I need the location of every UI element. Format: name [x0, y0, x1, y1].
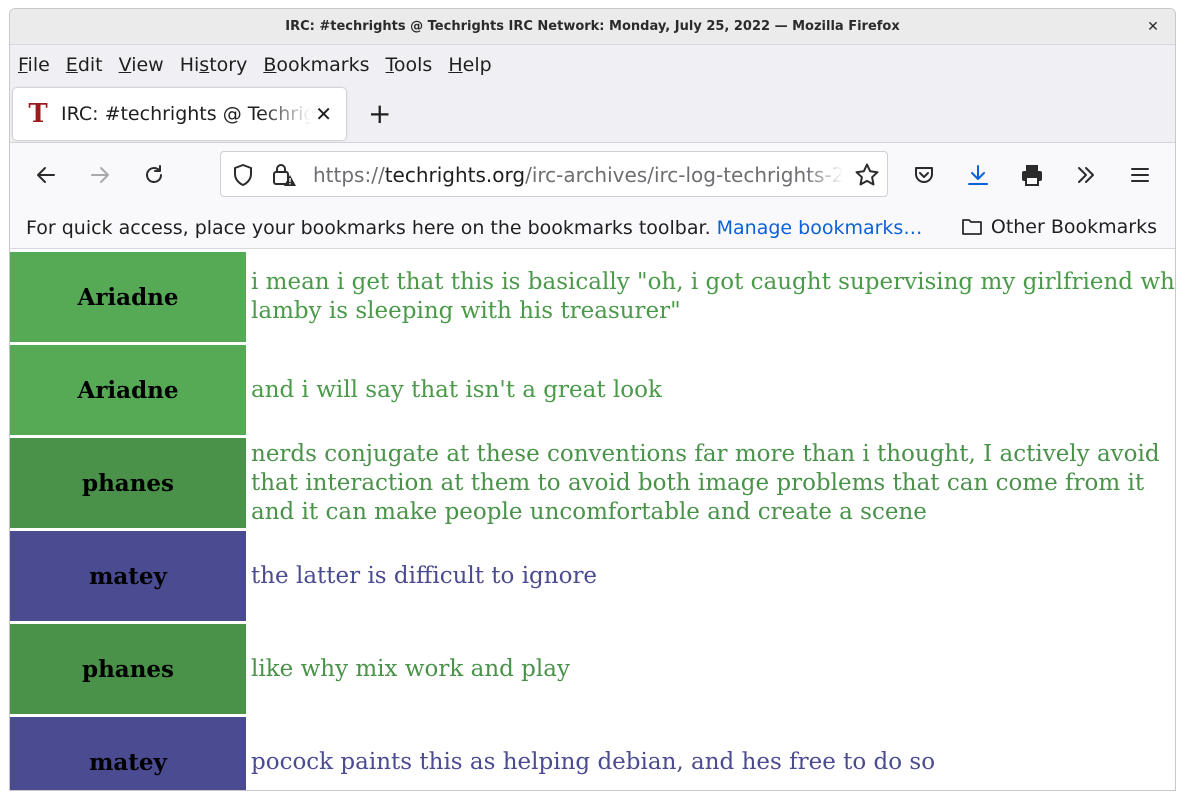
navigation-toolbar: https://techrights.org/irc-archives/irc-… — [10, 143, 1175, 207]
menu-tools[interactable]: Tools — [386, 54, 433, 76]
manage-bookmarks-link[interactable]: Manage bookmarks… — [717, 217, 923, 239]
tab-close-icon[interactable]: ✕ — [315, 102, 332, 126]
insecure-lock-icon[interactable] — [271, 162, 297, 188]
forward-button[interactable] — [84, 159, 116, 191]
bookmarks-hint: For quick access, place your bookmarks h… — [26, 216, 711, 239]
menu-edit[interactable]: Edit — [66, 54, 103, 76]
back-button[interactable] — [30, 159, 62, 191]
overflow-menu-button[interactable] — [1070, 159, 1102, 191]
title-bar: IRC: #techrights @ Techrights IRC Networ… — [10, 9, 1175, 45]
folder-icon — [961, 219, 982, 235]
window-close-icon[interactable]: ✕ — [1143, 17, 1163, 37]
pocket-button[interactable] — [908, 159, 940, 191]
menu-help[interactable]: Help — [448, 54, 491, 76]
tab-irc-techrights[interactable]: T IRC: #techrights @ Techrights IRC Netw… — [13, 87, 346, 140]
hamburger-menu-icon — [1131, 168, 1149, 182]
tab-bar: T IRC: #techrights @ Techrights IRC Netw… — [10, 85, 1175, 143]
pocket-icon — [915, 167, 933, 183]
chat-message: i mean i get that this is basically "oh,… — [251, 269, 1175, 324]
url-scheme: https:// — [313, 163, 385, 187]
forward-arrow-icon — [91, 167, 109, 183]
chat-row: phanes nerds conjugate at these conventi… — [10, 438, 1175, 528]
chat-nick: Ariadne — [10, 345, 246, 435]
chat-nick: phanes — [10, 624, 246, 714]
menu-bookmarks[interactable]: Bookmarks — [263, 54, 369, 76]
window-title: IRC: #techrights @ Techrights IRC Networ… — [285, 19, 900, 34]
menu-history[interactable]: History — [180, 54, 248, 76]
irc-log-content: Ariadne i mean i get that this is basica… — [10, 252, 1175, 790]
print-button[interactable] — [1016, 159, 1048, 191]
app-menu-button[interactable] — [1124, 159, 1156, 191]
new-tab-button[interactable]: + — [368, 99, 391, 128]
chevrons-right-icon — [1078, 167, 1094, 183]
bookmark-star-icon[interactable] — [854, 162, 880, 188]
chat-message: nerds conjugate at these conventions far… — [251, 440, 1160, 525]
bookmarks-toolbar: For quick access, place your bookmarks h… — [10, 207, 1175, 249]
tab-title: IRC: #techrights @ Techrights IRC Networ… — [61, 102, 311, 125]
chat-row: phanes like why mix work and play — [10, 624, 1175, 714]
downloads-button[interactable] — [962, 159, 994, 191]
url-text[interactable]: https://techrights.org/irc-archives/irc-… — [313, 163, 843, 187]
chat-nick: phanes — [10, 438, 246, 528]
chat-nick: matey — [10, 717, 246, 790]
chat-message: pocock paints this as helping debian, an… — [251, 748, 936, 775]
url-path: /irc-archives/irc-log-techrights-250722.… — [525, 163, 843, 187]
chat-row: matey pocock paints this as helping debi… — [10, 717, 1175, 790]
chat-row: Ariadne and i will say that isn't a grea… — [10, 345, 1175, 435]
chat-nick: matey — [10, 531, 246, 621]
chat-nick: Ariadne — [10, 252, 246, 342]
back-arrow-icon — [37, 167, 55, 183]
chat-row: matey the latter is difficult to ignore — [10, 531, 1175, 621]
other-bookmarks-label: Other Bookmarks — [990, 216, 1157, 238]
techrights-favicon-icon: T — [28, 98, 48, 129]
reload-button[interactable] — [138, 159, 170, 191]
reload-icon — [146, 165, 162, 183]
chat-message: and i will say that isn't a great look — [251, 376, 662, 403]
url-host: techrights.org — [384, 163, 526, 187]
printer-icon — [1022, 165, 1042, 186]
chat-row: Ariadne i mean i get that this is basica… — [10, 252, 1175, 342]
menu-file[interactable]: File — [18, 54, 50, 76]
menu-bar: File Edit View History Bookmarks Tools H… — [10, 45, 1175, 85]
menu-view[interactable]: View — [119, 54, 164, 76]
browser-window: IRC: #techrights @ Techrights IRC Networ… — [9, 8, 1176, 791]
chat-message: like why mix work and play — [251, 655, 570, 682]
tracking-protection-shield-icon[interactable] — [231, 163, 255, 187]
other-bookmarks-button[interactable]: Other Bookmarks — [961, 216, 1157, 238]
chat-message: the latter is difficult to ignore — [251, 562, 598, 589]
url-bar[interactable]: https://techrights.org/irc-archives/irc-… — [220, 151, 888, 197]
download-icon — [968, 165, 988, 185]
